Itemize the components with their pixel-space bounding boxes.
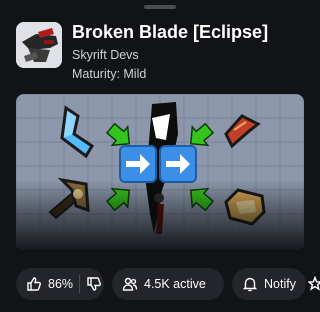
game-icon[interactable] [16,22,62,68]
thumbs-down-icon[interactable] [86,276,102,292]
like-percentage: 86% [48,277,74,291]
vote-button[interactable]: 86% [16,268,104,300]
game-thumbnail[interactable] [16,94,304,250]
action-bar: 86% 4.5K active Notify [16,268,320,302]
drag-handle[interactable] [144,5,176,9]
game-header: Broken Blade [Eclipse] Skyrift Devs Matu… [16,22,312,81]
active-players-button[interactable]: 4.5K active [112,268,224,300]
game-title: Broken Blade [Eclipse] [72,22,269,42]
notify-button[interactable]: Notify [232,268,306,300]
creator-name[interactable]: Skyrift Devs [72,48,139,62]
bell-icon [242,276,258,292]
thumbs-up-icon[interactable] [26,276,42,292]
notify-label: Notify [264,277,296,291]
maturity-rating: Maturity: Mild [72,67,147,81]
vote-divider [79,275,81,293]
users-icon [122,276,138,292]
active-count: 4.5K active [144,277,206,291]
star-icon[interactable] [307,275,320,297]
